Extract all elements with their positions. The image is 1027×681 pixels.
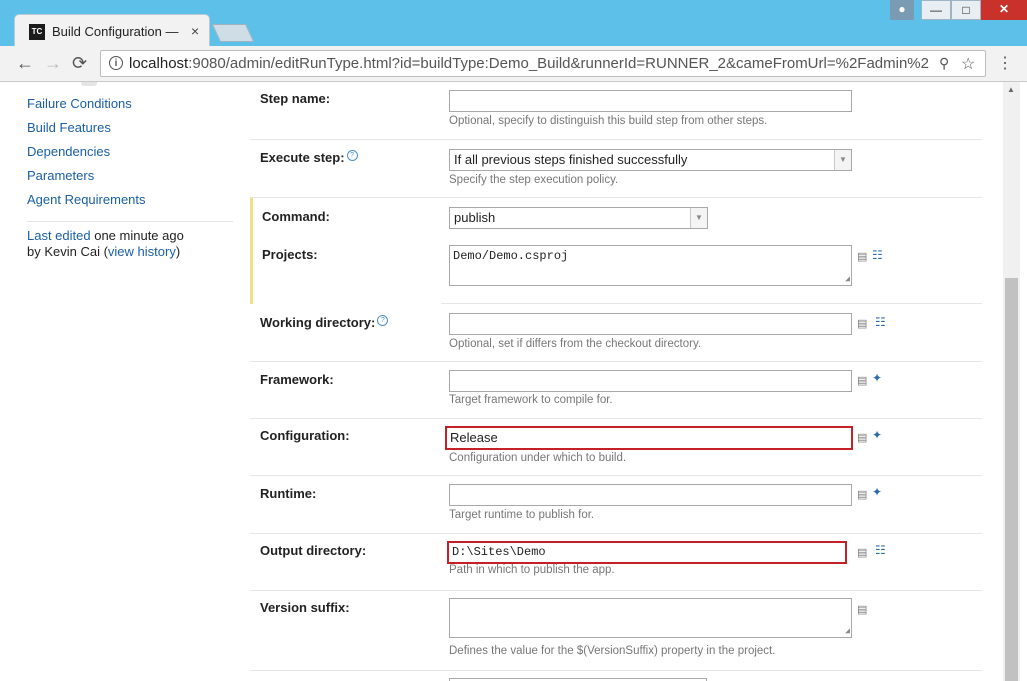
key-icon[interactable]: ⚲	[939, 55, 949, 72]
sidebar-badge	[81, 82, 97, 86]
new-tab-button[interactable]	[211, 24, 255, 42]
sidebar-item-build-features[interactable]: Build Features	[27, 120, 111, 135]
list-icon[interactable]: ▤	[857, 546, 867, 559]
row-working-directory: Working directory:? ▤ ☷ Optional, set if…	[250, 304, 982, 362]
magic-wand-icon[interactable]: ✦	[872, 428, 882, 442]
version-suffix-textarea[interactable]: ◢	[449, 598, 852, 638]
chevron-down-icon: ▼	[834, 150, 851, 170]
help-icon[interactable]: ?	[377, 315, 389, 326]
teamcity-icon: TC	[29, 24, 45, 40]
tab-build-configuration[interactable]: TC Build Configuration — ×	[14, 14, 210, 46]
list-icon[interactable]: ▤	[857, 603, 867, 616]
step-name-label: Step name:	[260, 91, 331, 106]
version-suffix-hint: Defines the value for the $(VersionSuffi…	[449, 645, 776, 657]
chevron-down-icon: ▼	[690, 208, 707, 228]
working-directory-label: Working directory:?	[260, 315, 389, 330]
help-icon[interactable]: ?	[346, 150, 358, 161]
tab-title: Build Configuration —	[52, 24, 179, 39]
framework-hint: Target framework to compile for.	[449, 394, 613, 406]
list-icon[interactable]: ▤	[857, 488, 867, 501]
configuration-label: Configuration:	[260, 428, 350, 443]
resize-handle-icon[interactable]: ◢	[845, 274, 850, 284]
url-text[interactable]: localhost:9080/admin/editRunType.html?id…	[129, 55, 941, 72]
projects-label: Projects:	[262, 247, 318, 262]
last-edited-link[interactable]: Last edited	[27, 228, 91, 243]
view-history-link[interactable]: view history	[108, 244, 176, 259]
sidebar-item-failure-conditions[interactable]: Failure Conditions	[27, 96, 132, 111]
maximize-button[interactable]: □	[951, 0, 981, 20]
list-icon[interactable]: ▤	[857, 250, 867, 263]
magic-wand-icon[interactable]: ✦	[872, 485, 882, 499]
row-configuration: Configuration: Release ▤ ✦ Configuration…	[250, 419, 982, 476]
working-directory-input[interactable]	[449, 313, 852, 335]
scroll-up-icon[interactable]: ▲	[1007, 85, 1015, 94]
minimize-button[interactable]: —	[921, 0, 951, 20]
list-icon[interactable]: ▤	[857, 374, 867, 387]
output-directory-hint: Path in which to publish the app.	[449, 564, 615, 576]
sidebar-divider	[27, 221, 233, 222]
working-directory-hint: Optional, set if differs from the checko…	[449, 338, 702, 350]
command-label: Command:	[262, 209, 330, 224]
star-icon[interactable]: ☆	[961, 54, 975, 74]
tab-close-icon[interactable]: ×	[191, 23, 199, 39]
list-icon[interactable]: ▤	[857, 431, 867, 444]
page-content: Failure Conditions Build Features Depend…	[0, 82, 1027, 681]
sidebar-item-dependencies[interactable]: Dependencies	[27, 144, 110, 159]
close-window-button[interactable]: ✕	[981, 0, 1027, 20]
execute-step-label: Execute step:?	[260, 150, 358, 165]
runner-settings-form: Step name: Optional, specify to distingu…	[250, 82, 982, 681]
output-directory-input[interactable]: D:\Sites\Demo	[447, 541, 847, 564]
list-icon[interactable]: ▤	[857, 317, 867, 330]
scroll-thumb[interactable]	[1005, 278, 1018, 681]
sidebar-item-agent-requirements[interactable]: Agent Requirements	[27, 192, 146, 207]
row-runtime: Runtime: ▤ ✦ Target runtime to publish f…	[250, 476, 982, 534]
last-edited-info: Last edited one minute ago by Kevin Cai …	[27, 228, 184, 259]
framework-label: Framework:	[260, 372, 334, 387]
vertical-scrollbar[interactable]: ▲	[1003, 82, 1020, 681]
sidebar-item-parameters[interactable]: Parameters	[27, 168, 94, 183]
browser-toolbar: ← → ⟳ i localhost:9080/admin/editRunType…	[0, 46, 1027, 82]
menu-icon[interactable]: ⋮	[997, 53, 1013, 73]
resize-handle-icon[interactable]: ◢	[845, 626, 850, 636]
row-version-suffix: Version suffix: ◢ ▤ Defines the value fo…	[250, 591, 982, 671]
framework-input[interactable]	[449, 370, 852, 392]
reload-icon[interactable]: ⟳	[72, 53, 87, 74]
runtime-input[interactable]	[449, 484, 852, 506]
execute-step-hint: Specify the step execution policy.	[449, 174, 619, 186]
projects-textarea[interactable]: Demo/Demo.csproj ◢	[449, 245, 852, 286]
forward-arrow-icon[interactable]: →	[44, 53, 62, 74]
info-icon[interactable]: i	[109, 56, 123, 70]
user-icon[interactable]: ●	[890, 0, 914, 20]
tab-strip: TC Build Configuration — × ● — □ ✕	[0, 0, 1027, 46]
tree-icon[interactable]: ☷	[875, 315, 886, 329]
row-framework: Framework: ▤ ✦ Target framework to compi…	[250, 362, 982, 419]
magic-wand-icon[interactable]: ✦	[872, 371, 882, 385]
tree-icon[interactable]: ☷	[875, 543, 886, 557]
back-arrow-icon[interactable]: ←	[16, 53, 34, 74]
row-step-name: Step name: Optional, specify to distingu…	[250, 82, 982, 140]
row-execute-step: Execute step:? If all previous steps fin…	[250, 140, 982, 198]
sidebar: Failure Conditions Build Features Depend…	[0, 82, 240, 681]
step-name-hint: Optional, specify to distinguish this bu…	[449, 115, 768, 127]
runtime-hint: Target runtime to publish for.	[449, 509, 595, 521]
row-output-directory: Output directory: D:\Sites\Demo ▤ ☷ Path…	[250, 534, 982, 591]
runtime-label: Runtime:	[260, 486, 317, 501]
configuration-input[interactable]: Release	[445, 426, 853, 450]
output-directory-label: Output directory:	[260, 543, 367, 558]
row-command-projects: Command: publish ▼ Projects: Demo/Demo.cs…	[250, 198, 982, 304]
version-suffix-label: Version suffix:	[260, 600, 350, 615]
tree-icon[interactable]: ☷	[872, 248, 883, 262]
step-name-input[interactable]	[449, 90, 852, 112]
configuration-hint: Configuration under which to build.	[449, 452, 627, 464]
command-select[interactable]: publish ▼	[449, 207, 708, 229]
execute-step-select[interactable]: If all previous steps finished successfu…	[449, 149, 852, 171]
address-bar[interactable]: i localhost:9080/admin/editRunType.html?…	[100, 50, 986, 77]
